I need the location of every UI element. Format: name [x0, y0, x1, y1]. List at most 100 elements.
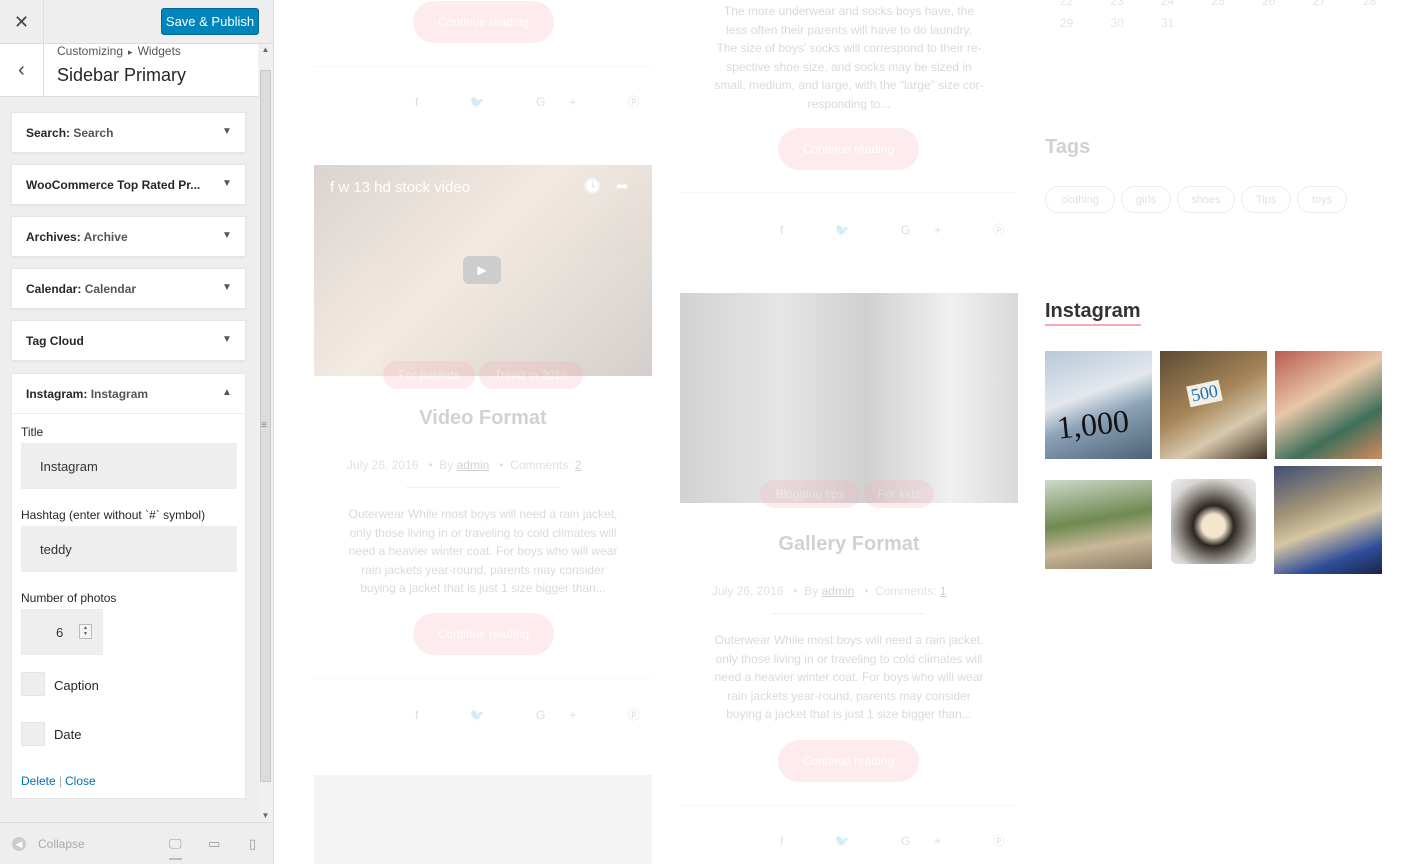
instagram-heading: Instagram — [1045, 300, 1141, 326]
post-meta: July 26, 2016 • By admin • Comments: 2 — [347, 458, 582, 472]
calendar-day[interactable]: 23 — [1111, 0, 1162, 8]
category-pill[interactable]: Trend in 2016 — [479, 361, 583, 389]
social-share-icons[interactable]: f 🐦 G+ ⓟ — [780, 832, 1029, 849]
calendar-day[interactable]: 26 — [1262, 0, 1313, 8]
post-title[interactable]: Gallery Format — [680, 533, 1018, 556]
calendar-day[interactable]: 31 — [1161, 16, 1212, 30]
photos-field-label: Number of photos — [21, 591, 117, 605]
calendar-day[interactable]: 27 — [1313, 0, 1364, 8]
tag-link[interactable]: girls — [1121, 186, 1171, 213]
save-publish-button[interactable]: Save & Publish — [161, 8, 259, 35]
tag-link[interactable]: Tips — [1241, 186, 1291, 213]
widget-calendar[interactable]: Calendar: Calendar ▼ — [11, 268, 246, 309]
excerpt-line: The more underwear and socks boys have, … — [723, 4, 975, 18]
excerpt-line: responding to... — [807, 96, 891, 111]
collapse-button[interactable]: Collapse — [38, 837, 85, 851]
comment-count-link[interactable]: 2 — [575, 458, 582, 472]
back-button[interactable]: ‹ — [0, 44, 44, 97]
breadcrumb-arrow-icon: ▸ — [128, 47, 133, 57]
site-preview: Continue reading f 🐦 G+ ⓟ f w 13 hd stoc… — [274, 0, 1419, 864]
divider — [680, 192, 1018, 193]
share-icon[interactable]: ➦ — [616, 177, 629, 195]
comment-count-link[interactable]: 1 — [940, 584, 947, 598]
social-share-icons[interactable]: f 🐦 G+ ⓟ — [415, 93, 664, 110]
widget-type: Search: — [26, 126, 71, 140]
chevron-left-icon: ‹ — [18, 59, 25, 81]
calendar-day[interactable]: 29 — [1060, 16, 1111, 30]
post-title[interactable]: Video Format — [314, 407, 652, 430]
continue-reading-button[interactable]: Continue reading — [778, 740, 919, 782]
close-widget-link[interactable]: Close — [65, 774, 96, 788]
widget-title: Search: Search — [26, 126, 113, 140]
social-share-icons[interactable]: f 🐦 G+ ⓟ — [415, 706, 664, 723]
social-share-icons[interactable]: f 🐦 G+ ⓟ — [780, 221, 1029, 238]
instagram-photo[interactable] — [1274, 466, 1382, 574]
divider — [314, 678, 652, 679]
excerpt-line: need a heavier winter coat. For boys who… — [348, 544, 618, 558]
expand-arrow-icon[interactable]: ▼ — [222, 230, 232, 241]
play-icon[interactable]: ▶ — [463, 256, 501, 284]
author-link[interactable]: admin — [457, 458, 490, 472]
panel-scrollbar[interactable]: ▲ ▼ — [258, 44, 273, 822]
widget-search[interactable]: Search: Search ▼ — [11, 112, 246, 153]
calendar-day[interactable]: 30 — [1111, 16, 1162, 30]
divider — [314, 66, 652, 67]
expand-arrow-icon[interactable]: ▼ — [222, 282, 232, 293]
calendar-day[interactable]: 24 — [1161, 0, 1212, 8]
resize-grip-icon[interactable]: ≡ — [261, 420, 267, 431]
author-link[interactable]: admin — [822, 584, 855, 598]
widget-type: WooCommerce Top Rated Pr... — [26, 178, 201, 192]
calendar-day[interactable]: 22 — [1060, 0, 1111, 8]
video-thumbnail[interactable]: f w 13 hd stock video 🕓 ➦ ▶ — [314, 165, 652, 376]
desktop-preview-icon[interactable]: 🖵 — [169, 836, 182, 860]
tag-link[interactable]: toys — [1297, 186, 1347, 213]
widget-archives[interactable]: Archives: Archive ▼ — [11, 216, 246, 257]
instagram-photo[interactable] — [1171, 479, 1256, 564]
widget-subtitle: Archive — [83, 230, 128, 244]
category-pill[interactable]: For parents — [383, 361, 475, 389]
mobile-preview-icon[interactable]: ▯ — [249, 836, 256, 852]
caption-checkbox[interactable] — [21, 672, 45, 696]
comments-label: Comments: — [875, 584, 937, 598]
collapse-arrow-icon[interactable]: ◀ — [12, 837, 26, 851]
category-pill[interactable]: For kids — [864, 480, 934, 508]
next-post-thumbnail[interactable] — [314, 775, 652, 864]
instagram-photo[interactable] — [1045, 480, 1152, 569]
close-customizer-button[interactable]: ✕ — [0, 0, 44, 44]
section-header: ‹ Customizing ▸ Widgets Sidebar Primary — [0, 44, 258, 97]
expand-arrow-icon[interactable]: ▼ — [222, 178, 232, 189]
date-checkbox[interactable] — [21, 722, 45, 746]
widget-tag-cloud[interactable]: Tag Cloud ▼ — [11, 320, 246, 361]
widget-title: Archives: Archive — [26, 230, 128, 244]
video-title: f w 13 hd stock video — [330, 179, 471, 196]
widget-woocommerce-top-rated[interactable]: WooCommerce Top Rated Pr... ▼ — [11, 164, 246, 205]
collapse-arrow-icon[interactable]: ▲ — [222, 387, 232, 398]
photos-number-stepper[interactable]: 6 ▲ ▼ — [21, 609, 103, 655]
spinner-arrows-icon[interactable]: ▲ ▼ — [79, 624, 92, 639]
category-pill[interactable]: Blogging tips — [760, 480, 860, 508]
calendar-day[interactable]: 25 — [1212, 0, 1263, 8]
scroll-down-arrow-icon[interactable]: ▼ — [258, 810, 273, 822]
continue-reading-button[interactable]: Continue reading — [413, 613, 554, 655]
instagram-photo[interactable]: 500 — [1160, 351, 1267, 459]
clock-icon[interactable]: 🕓 — [583, 177, 602, 195]
calendar-day[interactable]: 28 — [1363, 0, 1414, 8]
hashtag-field[interactable] — [21, 526, 237, 572]
continue-reading-button[interactable]: Continue reading — [778, 128, 919, 170]
gallery-thumbnail[interactable] — [680, 293, 1018, 503]
title-field[interactable] — [21, 443, 237, 489]
excerpt-line: less often their parents will have to do… — [726, 22, 972, 37]
widget-instagram-header[interactable]: Instagram: Instagram ▲ — [12, 374, 245, 414]
expand-arrow-icon[interactable]: ▼ — [222, 126, 232, 137]
instagram-photo[interactable] — [1275, 351, 1382, 459]
post-excerpt: Outerwear While most boys will need a ra… — [314, 505, 652, 598]
tablet-preview-icon[interactable]: ▭ — [208, 836, 220, 852]
delete-widget-link[interactable]: Delete — [21, 774, 56, 788]
tag-link[interactable]: clothing — [1045, 186, 1115, 213]
scroll-up-arrow-icon[interactable]: ▲ — [258, 44, 273, 56]
expand-arrow-icon[interactable]: ▼ — [222, 334, 232, 345]
instagram-photo[interactable]: 1,000 — [1045, 351, 1152, 459]
continue-reading-button[interactable]: Continue reading — [413, 1, 554, 43]
excerpt-line: spective shoe size, and socks may be siz… — [726, 59, 972, 74]
tag-link[interactable]: shoes — [1177, 186, 1235, 213]
